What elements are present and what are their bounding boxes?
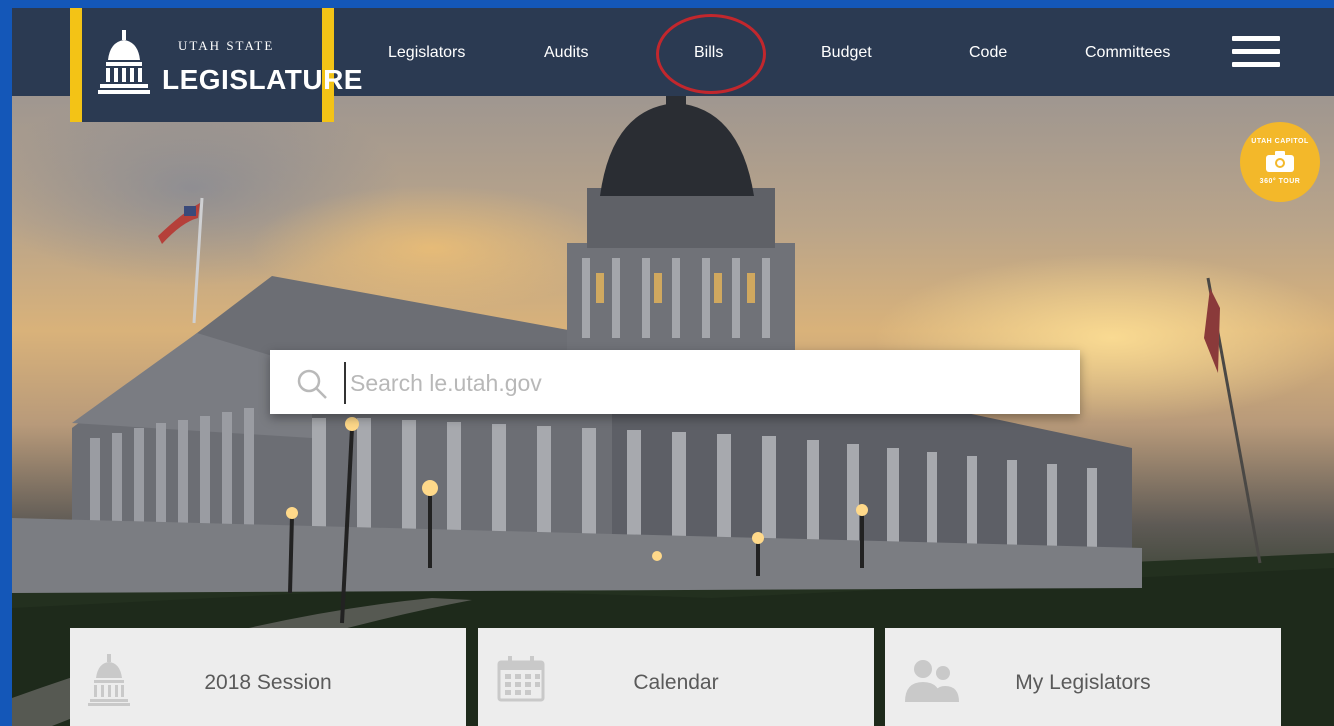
search-input[interactable] bbox=[344, 362, 1072, 404]
nav-legislators[interactable]: Legislators bbox=[388, 44, 465, 62]
page-frame: Legislators Audits Bills Budget Code Com… bbox=[12, 8, 1334, 726]
nav-budget[interactable]: Budget bbox=[821, 44, 872, 62]
card-label: Calendar bbox=[633, 671, 719, 694]
search-icon bbox=[297, 369, 327, 399]
card-label: My Legislators bbox=[1015, 671, 1151, 694]
logo-subtitle: UTAH STATE bbox=[178, 38, 275, 53]
nav-audits[interactable]: Audits bbox=[544, 44, 588, 62]
card-label: 2018 Session bbox=[204, 671, 332, 694]
tour-badge-top-text: UTAH CAPITOL bbox=[1251, 138, 1309, 145]
logo-title: LEGISLATURE bbox=[162, 64, 363, 95]
site-logo[interactable]: UTAH STATE LEGISLATURE bbox=[70, 8, 362, 122]
card-2018-session[interactable]: 2018 Session bbox=[70, 628, 466, 726]
card-my-legislators[interactable]: My Legislators bbox=[885, 628, 1281, 726]
capitol-dome-icon bbox=[98, 30, 150, 94]
capitol-tour-badge[interactable]: UTAH CAPITOL 360° TOUR bbox=[1240, 122, 1320, 202]
search-box bbox=[270, 350, 1080, 414]
bills-highlight-circle bbox=[656, 14, 766, 94]
card-calendar[interactable]: Calendar bbox=[478, 628, 874, 726]
tour-badge-bottom-text: 360° TOUR bbox=[1259, 178, 1301, 185]
camera-icon bbox=[1266, 151, 1294, 172]
nav-code[interactable]: Code bbox=[969, 44, 1007, 62]
nav-committees[interactable]: Committees bbox=[1085, 44, 1170, 62]
menu-hamburger-icon[interactable] bbox=[1232, 36, 1280, 72]
